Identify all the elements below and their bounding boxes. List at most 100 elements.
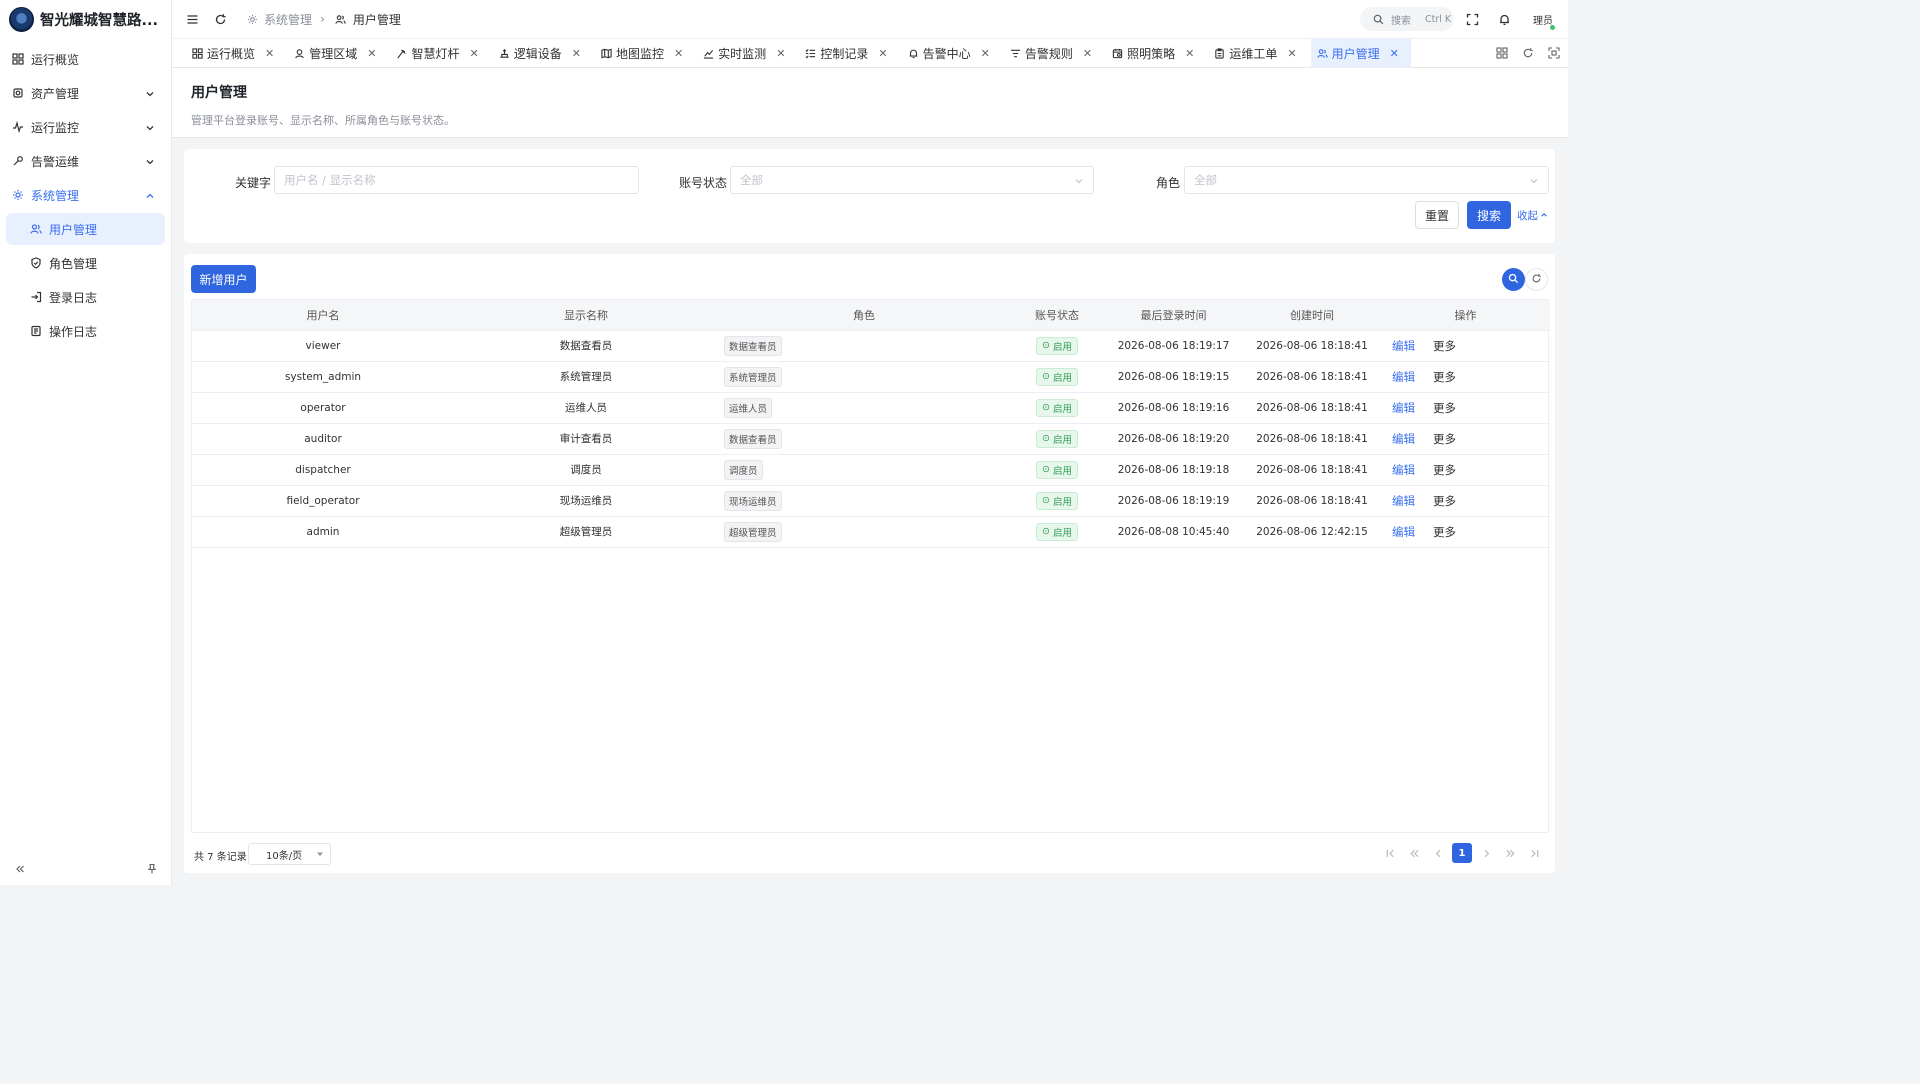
- add-user-button[interactable]: 新增用户: [191, 265, 256, 293]
- close-icon[interactable]: ✕: [878, 47, 887, 60]
- close-icon[interactable]: ✕: [1390, 47, 1399, 60]
- page-header: 用户管理 管理平台登录账号、显示名称、所属角色与账号状态。: [172, 68, 1568, 138]
- column-header-display-name[interactable]: 显示名称: [454, 300, 718, 331]
- close-icon[interactable]: ✕: [469, 47, 478, 60]
- tab-smart-poles[interactable]: 智慧灯杆 ✕: [390, 39, 490, 68]
- reload-tab-icon[interactable]: [1520, 45, 1536, 61]
- pin-icon[interactable]: [144, 861, 160, 877]
- sidebar-item-alarm-ops[interactable]: 告警运维: [6, 145, 165, 177]
- sidebar-item-monitor[interactable]: 运行监控: [6, 111, 165, 143]
- next-group-icon[interactable]: [1500, 843, 1520, 863]
- status-text: 启用: [1052, 434, 1072, 446]
- tab-realtime[interactable]: 实时监测 ✕: [697, 39, 797, 68]
- tab-logical-devices[interactable]: 逻辑设备 ✕: [493, 39, 593, 68]
- tab-control-records[interactable]: 控制记录 ✕: [799, 39, 899, 68]
- table-footer: 共 7 条记录 10条/页 1: [194, 843, 1544, 865]
- status-select[interactable]: 全部: [730, 166, 1094, 194]
- role-tag: 系统管理员: [724, 366, 782, 387]
- cell-created: 2026-08-06 18:18:41: [1243, 454, 1381, 486]
- close-icon[interactable]: ✕: [776, 47, 785, 60]
- column-header-status[interactable]: 账号状态: [1010, 300, 1104, 331]
- column-header-role[interactable]: 角色: [718, 300, 1010, 331]
- first-page-icon[interactable]: [1380, 843, 1400, 863]
- more-button[interactable]: 更多: [1433, 525, 1456, 539]
- tab-lighting-strategy[interactable]: 照明策略 ✕: [1106, 39, 1206, 68]
- last-page-icon[interactable]: [1524, 843, 1544, 863]
- column-header-last-login[interactable]: 最后登录时间: [1104, 300, 1243, 331]
- sidebar-item-roles[interactable]: 角色管理: [6, 247, 165, 279]
- sidebar-item-label: 用户管理: [49, 222, 98, 237]
- tab-work-orders[interactable]: 运维工单 ✕: [1208, 39, 1308, 68]
- bell-icon[interactable]: [1496, 11, 1512, 27]
- fullscreen-icon[interactable]: [1464, 11, 1480, 27]
- close-icon[interactable]: ✕: [1287, 47, 1296, 60]
- sidebar-item-overview[interactable]: 运行概览: [6, 43, 165, 75]
- sidebar-item-users[interactable]: 用户管理: [6, 213, 165, 245]
- more-button[interactable]: 更多: [1433, 370, 1456, 384]
- close-icon[interactable]: ✕: [981, 47, 990, 60]
- keyword-input[interactable]: 用户名 / 显示名称: [274, 166, 639, 194]
- next-page-icon[interactable]: [1476, 843, 1496, 863]
- tab-user-management[interactable]: 用户管理 ✕: [1310, 38, 1411, 68]
- filter-icon: [1010, 47, 1022, 59]
- column-header-created[interactable]: 创建时间: [1243, 300, 1381, 331]
- global-search[interactable]: 搜索 Ctrl K: [1360, 7, 1454, 31]
- prev-page-icon[interactable]: [1428, 843, 1448, 863]
- prev-group-icon[interactable]: [1404, 843, 1424, 863]
- tab-alarm-center[interactable]: 告警中心 ✕: [902, 39, 1002, 68]
- tab-label: 控制记录: [820, 46, 869, 61]
- table-refresh-button[interactable]: [1525, 268, 1548, 291]
- edit-button[interactable]: 编辑: [1392, 525, 1415, 539]
- more-button[interactable]: 更多: [1433, 432, 1456, 446]
- users-icon: [1316, 47, 1329, 59]
- collapse-filters-link[interactable]: 收起: [1517, 208, 1548, 223]
- close-icon[interactable]: ✕: [367, 47, 376, 60]
- sidebar-item-assets[interactable]: 资产管理: [6, 77, 165, 109]
- settings-icon: [12, 189, 24, 201]
- table-row: operator 运维人员 运维人员 ⊙ 启用 2026-08-06 18:19:…: [192, 392, 1550, 424]
- chevron-down-icon: [145, 156, 155, 170]
- menu-toggle-icon[interactable]: [184, 11, 200, 27]
- maximize-content-icon[interactable]: [1546, 45, 1562, 61]
- close-icon[interactable]: ✕: [1083, 47, 1092, 60]
- close-icon[interactable]: ✕: [674, 47, 683, 60]
- more-button[interactable]: 更多: [1433, 463, 1456, 477]
- status-badge: ⊙ 启用: [1036, 398, 1078, 417]
- close-icon[interactable]: ✕: [265, 47, 274, 60]
- tab-map-monitor[interactable]: 地图监控 ✕: [595, 39, 695, 68]
- close-icon[interactable]: ✕: [572, 47, 581, 60]
- sidebar-item-operation-log[interactable]: 操作日志: [6, 315, 165, 347]
- sidebar-item-system[interactable]: 系统管理: [6, 179, 165, 211]
- breadcrumb-item-system[interactable]: 系统管理: [244, 11, 312, 28]
- cell-display-name: 调度员: [454, 454, 718, 486]
- column-header-username[interactable]: 用户名: [192, 300, 454, 331]
- edit-button[interactable]: 编辑: [1392, 432, 1415, 446]
- reset-button[interactable]: 重置: [1415, 201, 1459, 229]
- edit-button[interactable]: 编辑: [1392, 494, 1415, 508]
- refresh-icon[interactable]: [212, 11, 228, 27]
- cell-role: 调度员: [718, 454, 1010, 486]
- tab-overview[interactable]: 运行概览 ✕: [186, 39, 286, 68]
- edit-button[interactable]: 编辑: [1392, 463, 1415, 477]
- search-button[interactable]: 搜索: [1467, 201, 1511, 229]
- page-size-select[interactable]: 10条/页: [248, 843, 331, 865]
- collapse-sidebar-icon[interactable]: [12, 861, 28, 877]
- sidebar-item-login-log[interactable]: 登录日志: [6, 281, 165, 313]
- breadcrumb-label: 用户管理: [352, 12, 401, 27]
- cell-username: field_operator: [192, 485, 454, 517]
- edit-button[interactable]: 编辑: [1392, 401, 1415, 415]
- role-select[interactable]: 全部: [1184, 166, 1549, 194]
- cell-created: 2026-08-06 18:18:41: [1243, 330, 1381, 362]
- page-number-current[interactable]: 1: [1452, 843, 1472, 863]
- edit-button[interactable]: 编辑: [1392, 370, 1415, 384]
- tab-areas[interactable]: 管理区域 ✕: [288, 39, 388, 68]
- tab-layout-icon[interactable]: [1494, 45, 1510, 61]
- more-button[interactable]: 更多: [1433, 401, 1456, 415]
- tab-alarm-rules[interactable]: 告警规则 ✕: [1004, 39, 1104, 68]
- table-search-toggle[interactable]: [1502, 268, 1525, 291]
- avatar[interactable]: 理员: [1530, 6, 1556, 32]
- close-icon[interactable]: ✕: [1185, 47, 1194, 60]
- edit-button[interactable]: 编辑: [1392, 339, 1415, 353]
- more-button[interactable]: 更多: [1433, 339, 1456, 353]
- more-button[interactable]: 更多: [1433, 494, 1456, 508]
